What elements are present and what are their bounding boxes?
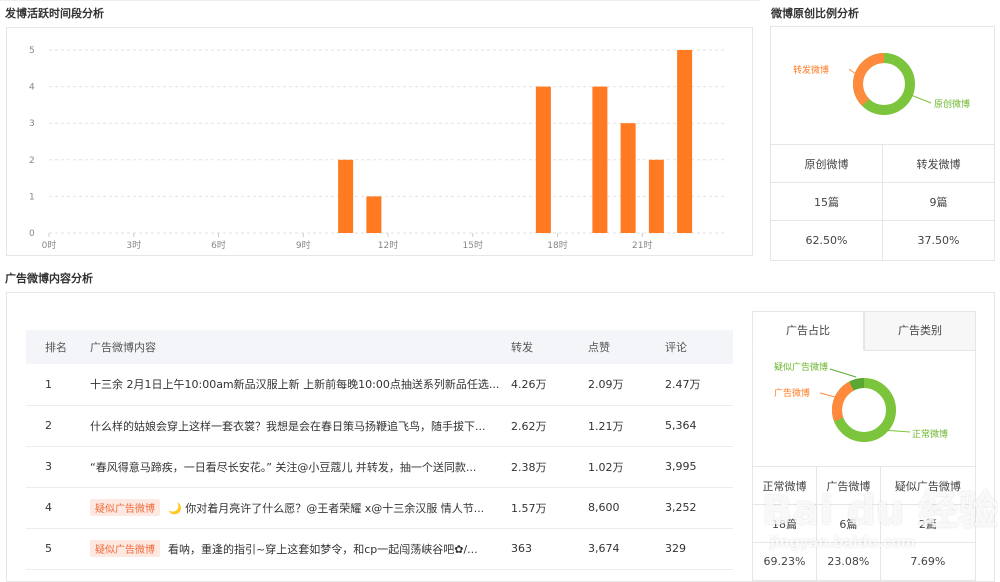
repost-count: 9篇 (882, 182, 995, 221)
bar-hour-11[interactable] (366, 196, 382, 233)
original-header: 原创微博 (770, 144, 883, 183)
row-content[interactable]: 十三余 2月1日上午10:00am新品汉服上新 上新前每晚10:00点抽送系列新… (90, 364, 511, 406)
y-tick-label: 0 (29, 229, 35, 239)
row-rank: 1 (26, 364, 90, 406)
original-section-title: 微博原创比例分析 (771, 7, 859, 20)
top-divider (0, 0, 760, 1)
table-row[interactable]: 4 疑似广告微博 🌙 你对着月亮许了什么愿？@王者荣耀 x@十三余汉服 情人节..… (26, 487, 733, 529)
bar-hour-19[interactable] (592, 86, 608, 233)
row-content: 看呐，重逢的指引~穿上这套如梦令，和cp一起闯荡峡谷吧✿/... (168, 543, 478, 556)
donut-label-ad: 广告微博 (774, 387, 810, 399)
bar-hour-21[interactable] (648, 159, 664, 233)
donut-label-normal: 正常微博 (912, 428, 948, 440)
suspect-ad-badge: 疑似广告微博 (90, 540, 160, 557)
row-content-cell[interactable]: 疑似广告微博 看呐，重逢的指引~穿上这套如梦令，和cp一起闯荡峡谷吧✿/... (90, 528, 511, 570)
activity-chart-card: 0 1 2 3 4 5 0时 3时 6时 9时 12时 15时 18时 21时 (6, 27, 753, 256)
x-tick-label: 15时 (463, 239, 483, 251)
table-row[interactable]: 1 十三余 2月1日上午10:00am新品汉服上新 上新前每晚10:00点抽送系… (26, 364, 733, 406)
row-comment: 329 (665, 528, 733, 570)
x-tick-label: 3时 (126, 239, 141, 251)
donut-slice-ad (832, 381, 855, 422)
bar-hour-22[interactable] (677, 50, 693, 233)
repost-header: 转发微博 (882, 144, 995, 183)
row-repost: 363 (511, 528, 588, 570)
row-rank: 3 (26, 446, 90, 488)
activity-bar-chart: 0 1 2 3 4 5 0时 3时 6时 9时 12时 15时 18时 21时 (29, 46, 727, 251)
label-line-original (910, 94, 932, 104)
original-count: 15篇 (770, 182, 883, 221)
table-row[interactable]: 3 “春风得意马蹄疾，一日看尽长安花。” 关注@小豆蔻儿 并转发，抽一个送同款.… (26, 446, 733, 488)
y-tick-label: 2 (29, 156, 35, 166)
col-repost: 转发 (511, 330, 588, 364)
y-tick-label: 1 (29, 192, 35, 202)
table-row[interactable]: 2 什么样的姑娘会穿上这样一套衣裳？我想是会在春日策马扬鞭追飞鸟，随手拔下...… (26, 405, 733, 447)
row-like: 1.02万 (588, 446, 665, 488)
row-repost: 2.62万 (511, 405, 588, 447)
row-content-cell[interactable]: 疑似广告微博 🌙 你对着月亮许了什么愿？@王者荣耀 x@十三余汉服 情人节... (90, 487, 511, 529)
col-content: 广告微博内容 (90, 330, 511, 364)
original-ratio-card: 转发微博 原创微博 原创微博 转发微博 15篇 9篇 62.50% 37.50% (770, 26, 995, 261)
row-like: 2.09万 (588, 364, 665, 406)
x-tick-label: 21时 (632, 239, 652, 251)
col-comment: 评论 (665, 330, 733, 364)
tab-ad-ratio[interactable]: 广告占比 (752, 311, 864, 351)
y-tick-label: 5 (29, 46, 35, 56)
bar-hour-17[interactable] (535, 86, 551, 233)
row-like: 1.21万 (588, 405, 665, 447)
row-content[interactable]: “春风得意马蹄疾，一日看尽长安花。” 关注@小豆蔻儿 并转发，抽一个送同款... (90, 446, 511, 488)
row-content: 🌙 你对着月亮许了什么愿？@王者荣耀 x@十三余汉服 情人节... (168, 502, 485, 515)
row-repost: 2.38万 (511, 446, 588, 488)
row-rank: 5 (26, 528, 90, 570)
original-donut-chart: 转发微博 原创微博 (793, 53, 970, 115)
bar-hour-20[interactable] (620, 123, 636, 233)
y-tick-label: 4 (29, 83, 35, 93)
donut-label-repost: 转发微博 (793, 64, 829, 76)
repost-percent: 37.50% (882, 220, 995, 261)
row-repost: 1.57万 (511, 487, 588, 529)
label-line-ad (819, 392, 836, 398)
donut-slice-repost (853, 53, 885, 106)
col-rank: 排名 (26, 330, 90, 364)
x-tick-label: 6时 (211, 239, 226, 251)
label-line-suspect (829, 368, 857, 378)
ads-section-title: 广告微博内容分析 (5, 272, 93, 285)
x-tick-label: 18时 (547, 239, 567, 251)
ad-ratio-tabs: 广告占比 广告类别 (752, 311, 976, 351)
row-like: 8,600 (588, 487, 665, 529)
row-rank: 2 (26, 405, 90, 447)
ad-ratio-donut-chart: 疑似广告微博 广告微博 正常微博 (774, 361, 948, 442)
donut-label-suspect: 疑似广告微博 (774, 361, 828, 373)
bar-hour-10[interactable] (338, 159, 354, 233)
baidu-watermark-logo: Bai du 经验 (762, 488, 999, 534)
donut-label-original: 原创微博 (934, 98, 970, 110)
row-comment: 5,364 (665, 405, 733, 447)
suspect-ad-badge: 疑似广告微博 (90, 499, 160, 516)
x-tick-label: 12时 (378, 239, 398, 251)
table-row[interactable]: 5 疑似广告微博 看呐，重逢的指引~穿上这套如梦令，和cp一起闯荡峡谷吧✿/...… (26, 528, 733, 570)
activity-section-title: 发博活跃时间段分析 (5, 7, 104, 20)
row-comment: 3,252 (665, 487, 733, 529)
col-like: 点赞 (588, 330, 665, 364)
row-content[interactable]: 什么样的姑娘会穿上这样一套衣裳？我想是会在春日策马扬鞭追飞鸟，随手拔下... (90, 405, 511, 447)
donut-slice-suspect (849, 378, 865, 391)
ads-table: 排名 广告微博内容 转发 点赞 评论 1 十三余 2月1日上午10:00am新品… (26, 330, 733, 570)
original-stats-table: 原创微博 转发微博 15篇 9篇 62.50% 37.50% (770, 144, 995, 261)
baidu-watermark-url: jingyan.baidu.com (770, 535, 916, 551)
x-tick-label: 9时 (296, 239, 311, 251)
row-rank: 4 (26, 487, 90, 529)
x-tick-label: 0时 (42, 239, 57, 251)
tab-ad-category[interactable]: 广告类别 (864, 311, 976, 351)
row-repost: 4.26万 (511, 364, 588, 406)
original-percent: 62.50% (770, 220, 883, 261)
row-comment: 2.47万 (665, 364, 733, 406)
y-tick-label: 3 (29, 119, 35, 129)
row-comment: 3,995 (665, 446, 733, 488)
row-like: 3,674 (588, 528, 665, 570)
